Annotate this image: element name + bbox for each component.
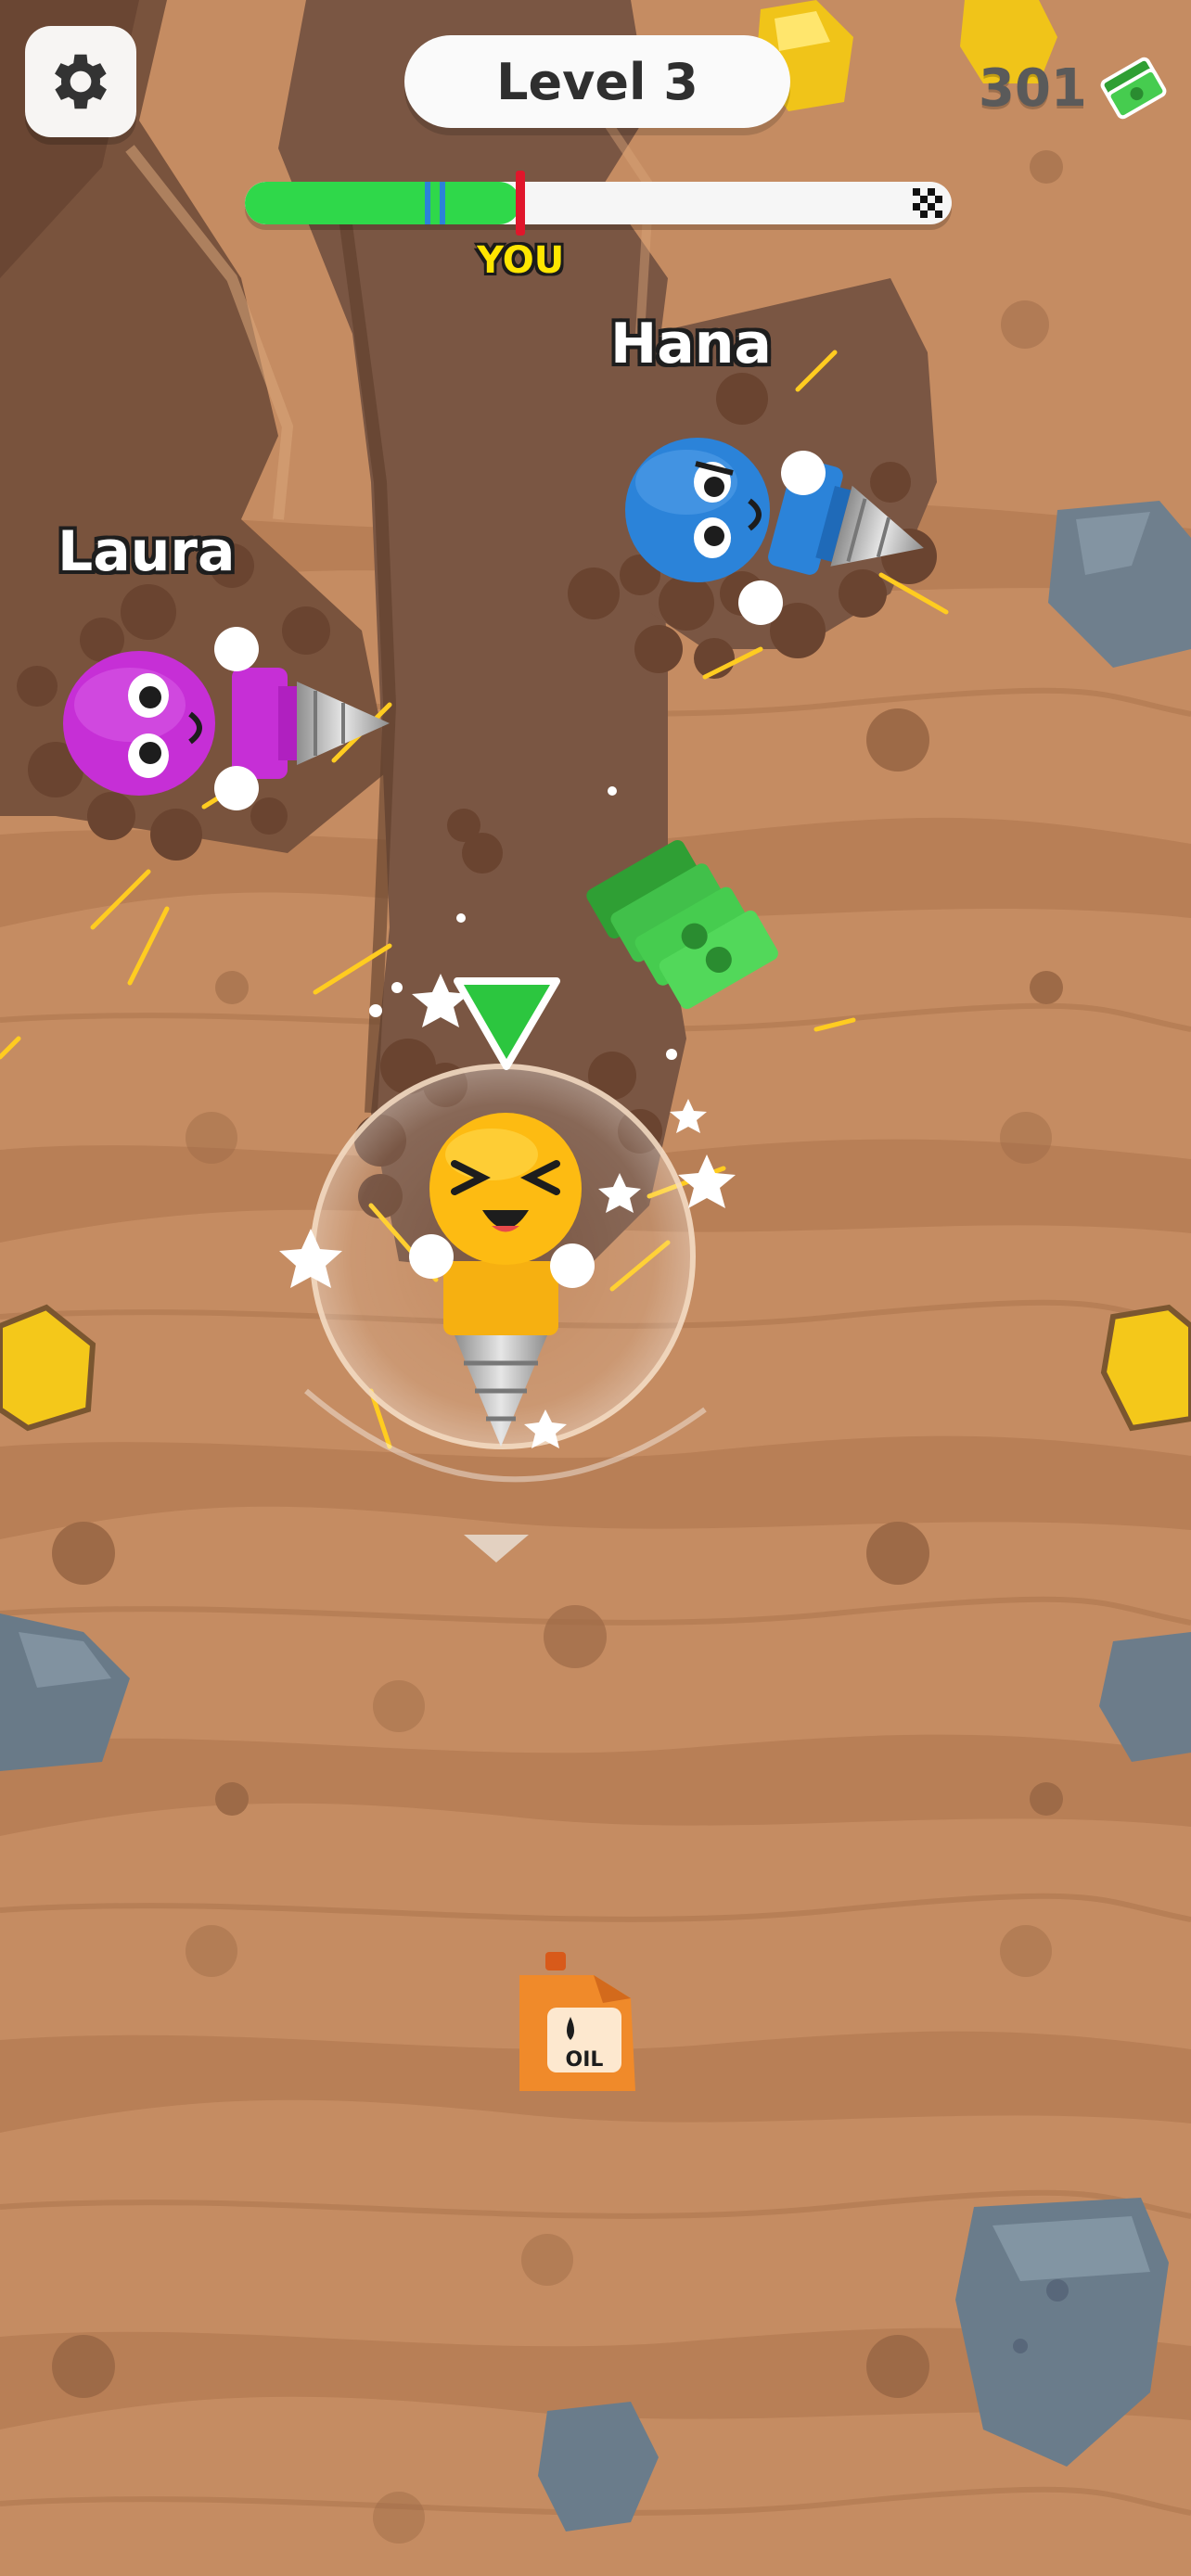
- money-value: 301: [979, 57, 1087, 119]
- game-scene: OIL: [0, 0, 1191, 2576]
- opponent-progress-marker: [425, 182, 431, 224]
- gear-icon: [55, 54, 107, 109]
- player-progress-marker: [516, 171, 526, 236]
- level-label: Level 3: [496, 52, 698, 111]
- race-progress-bar: [245, 182, 952, 224]
- settings-button[interactable]: [25, 26, 136, 137]
- opponent-progress-marker: [439, 182, 445, 224]
- opponent-name-laura: Laura: [58, 519, 236, 584]
- money-counter: 301: [979, 51, 1171, 125]
- opponent-name-hana: Hana: [610, 312, 772, 376]
- oil-can-label: OIL: [566, 2048, 604, 2072]
- level-indicator: Level 3: [404, 35, 790, 128]
- checkered-flag-icon: [913, 188, 942, 218]
- cash-stack-icon: [1100, 57, 1167, 120]
- you-label: YOU: [477, 239, 565, 282]
- progress-fill: [245, 182, 521, 224]
